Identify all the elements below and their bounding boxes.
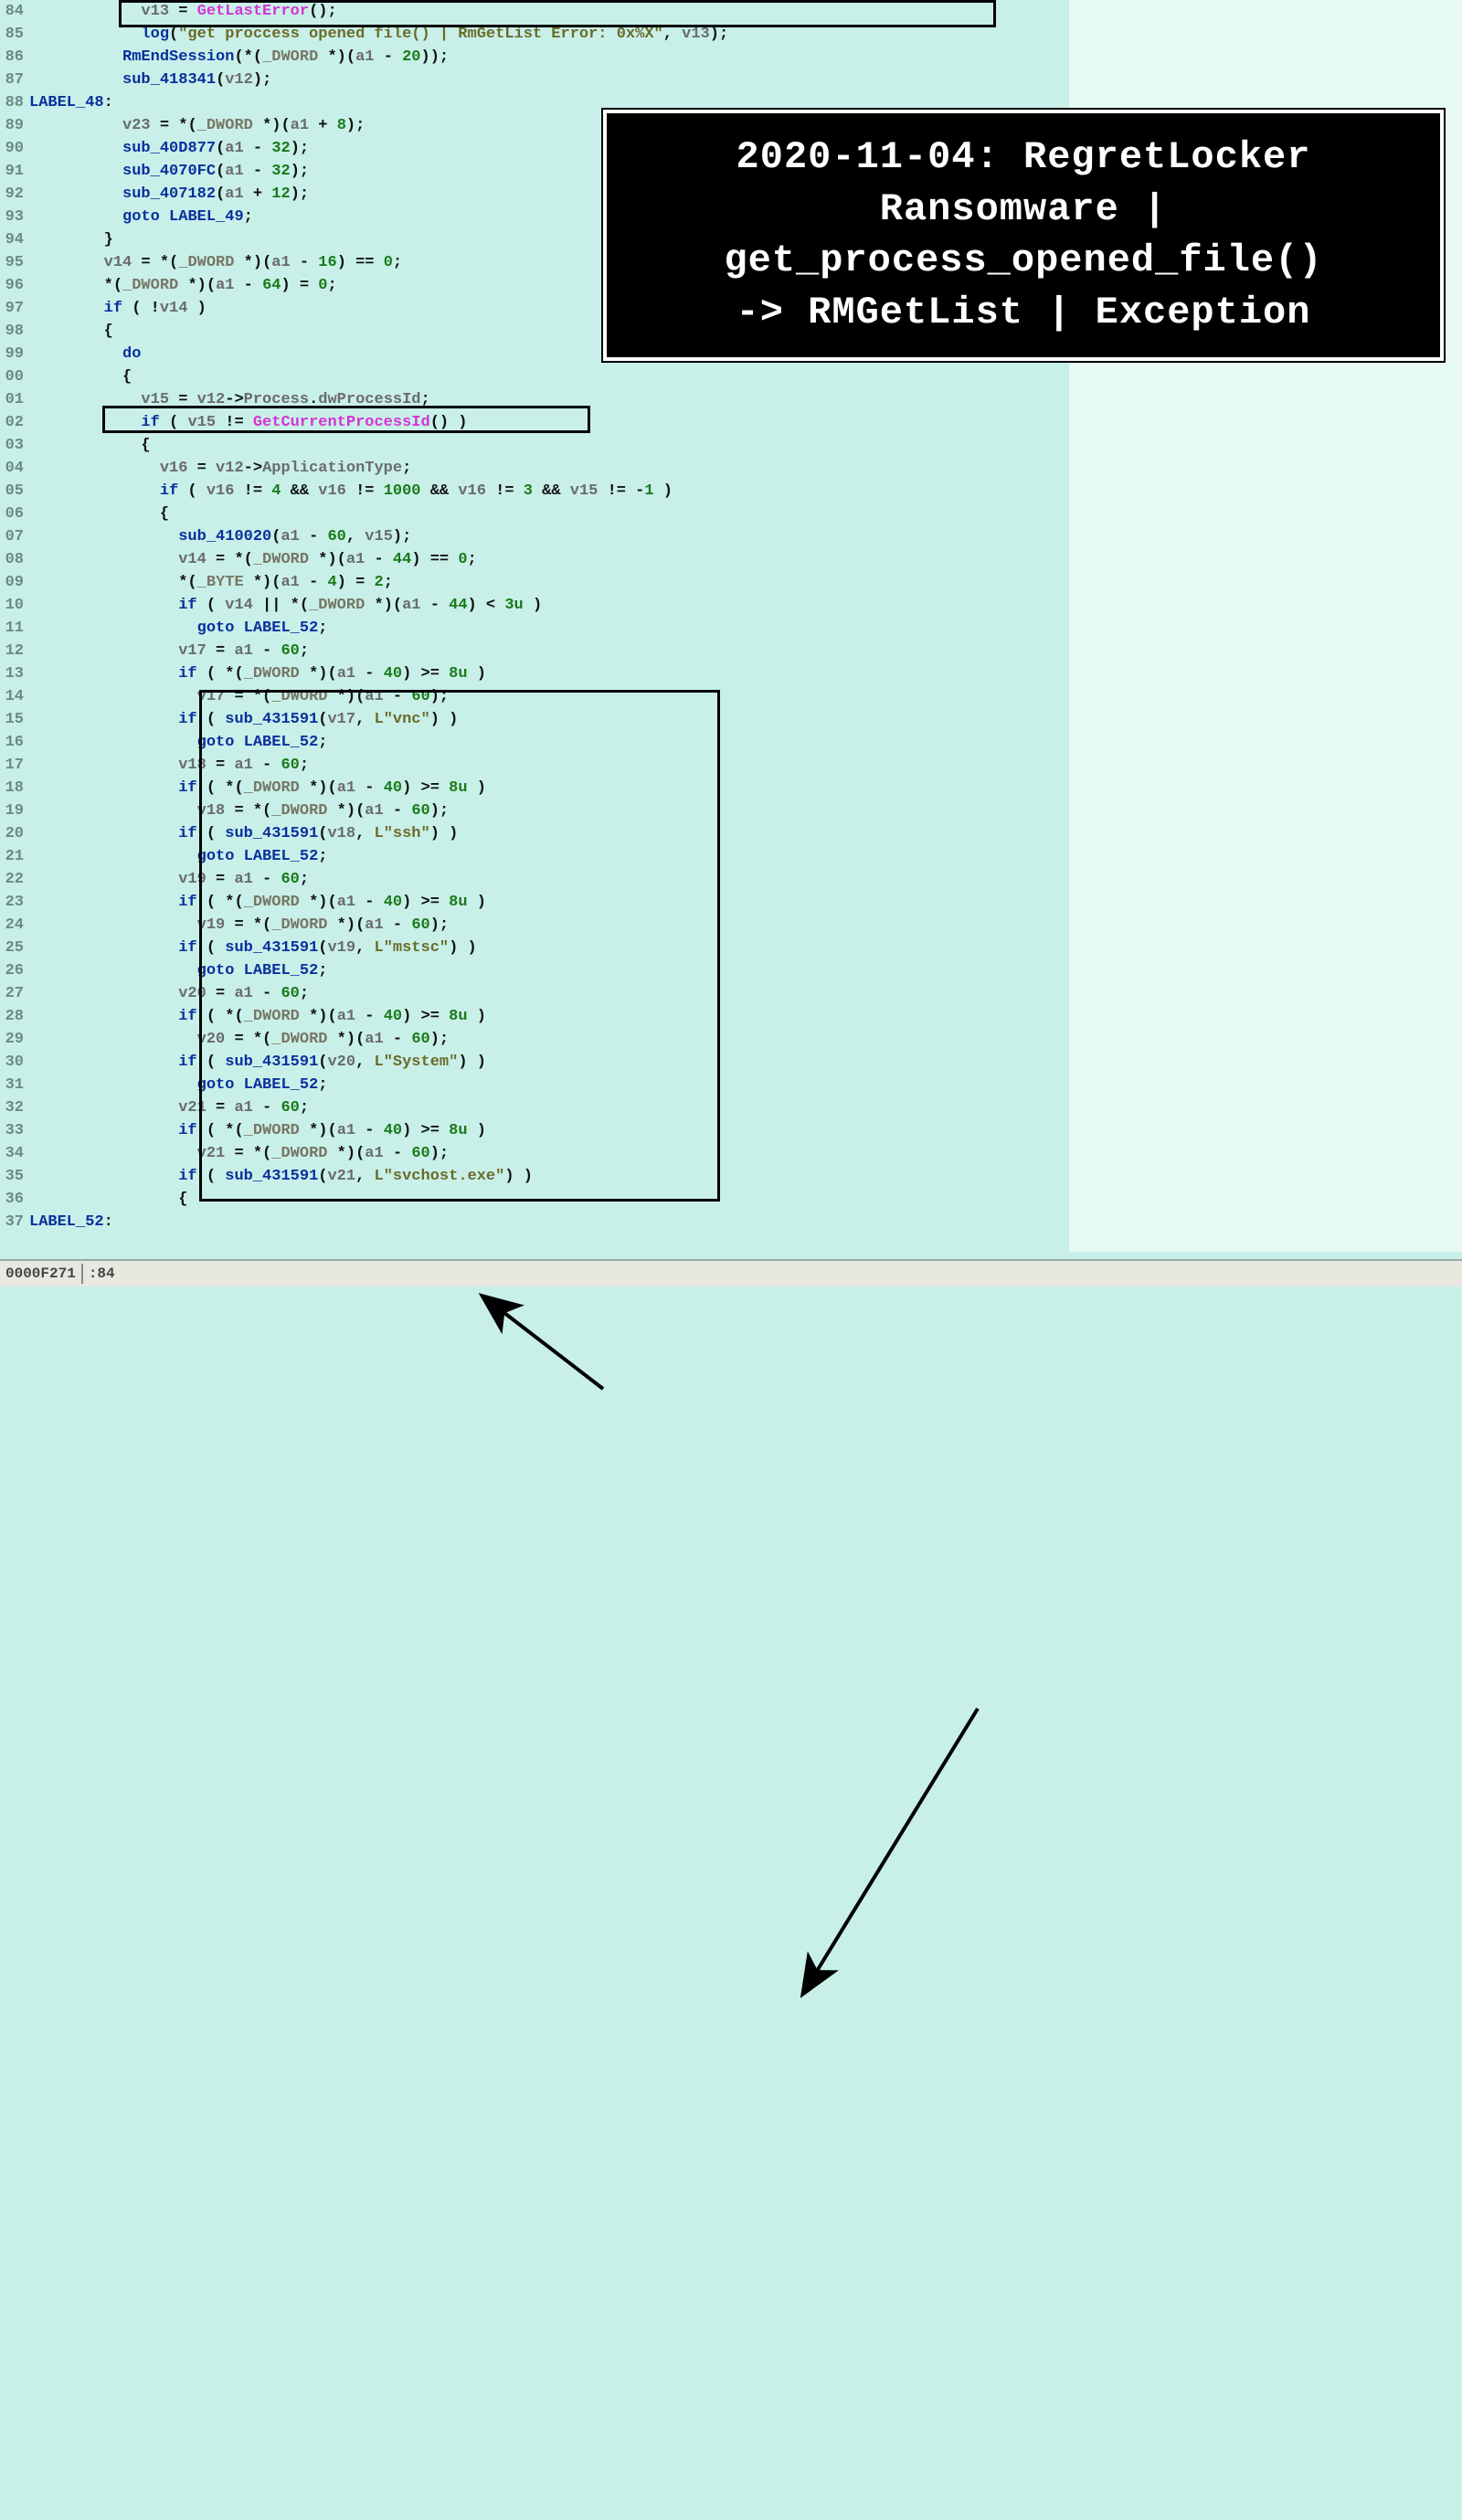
status-separator-icon — [81, 1264, 83, 1284]
line-number: 12 — [0, 640, 24, 662]
line-number: 98 — [0, 320, 24, 343]
line-number: 31 — [0, 1074, 24, 1096]
status-col: :84 — [89, 1263, 115, 1286]
line-number: 19 — [0, 799, 24, 822]
line-number: 88 — [0, 91, 24, 114]
line-number: 94 — [0, 228, 24, 251]
line-number: 90 — [0, 137, 24, 160]
line-number: 89 — [0, 114, 24, 137]
line-number: 17 — [0, 754, 24, 777]
line-number: 07 — [0, 525, 24, 548]
line-number: 18 — [0, 777, 24, 799]
line-number: 36 — [0, 1188, 24, 1211]
line-number: 99 — [0, 343, 24, 365]
line-number: 25 — [0, 937, 24, 959]
line-number: 16 — [0, 731, 24, 754]
line-number: 37 — [0, 1211, 24, 1234]
line-number: 13 — [0, 662, 24, 685]
line-number: 21 — [0, 845, 24, 868]
arrow-bottom — [804, 1709, 978, 1992]
annotation-arrows — [0, 1234, 1462, 2520]
line-number: 91 — [0, 160, 24, 183]
line-number: 23 — [0, 891, 24, 914]
line-number: 87 — [0, 69, 24, 91]
line-number: 20 — [0, 822, 24, 845]
line-number: 33 — [0, 1119, 24, 1142]
line-number: 05 — [0, 480, 24, 503]
line-number: 22 — [0, 868, 24, 891]
line-number: 14 — [0, 685, 24, 708]
line-number: 02 — [0, 411, 24, 434]
line-number: 03 — [0, 434, 24, 457]
annotation-card: 2020-11-04: RegretLocker Ransomware | ge… — [603, 110, 1444, 361]
annot-line4: -> RMGetList | Exception — [632, 287, 1414, 339]
line-number: 35 — [0, 1165, 24, 1188]
line-number: 26 — [0, 959, 24, 982]
line-number: 28 — [0, 1005, 24, 1028]
line-number: 30 — [0, 1051, 24, 1074]
line-number: 97 — [0, 297, 24, 320]
line-number: 09 — [0, 571, 24, 594]
line-number: 27 — [0, 982, 24, 1005]
line-number: 32 — [0, 1096, 24, 1119]
status-bar: 0000F271 :84 — [0, 1259, 1462, 1286]
annot-line2: Ransomware | — [632, 184, 1414, 236]
line-number: 10 — [0, 594, 24, 617]
line-number-gutter: 8485868788899091929394959697989900010203… — [0, 0, 27, 1234]
line-number: 04 — [0, 457, 24, 480]
line-number: 34 — [0, 1142, 24, 1165]
annot-line3: get_process_opened_file() — [632, 235, 1414, 287]
annot-line1: 2020-11-04: RegretLocker — [632, 132, 1414, 184]
status-addr: 0000F271 — [5, 1263, 76, 1286]
line-number: 15 — [0, 708, 24, 731]
line-number: 93 — [0, 206, 24, 228]
line-number: 00 — [0, 365, 24, 388]
line-number: 08 — [0, 548, 24, 571]
line-number: 29 — [0, 1028, 24, 1051]
line-number: 11 — [0, 617, 24, 640]
line-number: 84 — [0, 0, 24, 23]
line-number: 96 — [0, 274, 24, 297]
line-number: 92 — [0, 183, 24, 206]
line-number: 85 — [0, 23, 24, 46]
line-number: 01 — [0, 388, 24, 411]
line-number: 06 — [0, 503, 24, 525]
line-number: 95 — [0, 251, 24, 274]
line-number: 24 — [0, 914, 24, 937]
line-number: 86 — [0, 46, 24, 69]
arrow-top — [484, 1297, 603, 1389]
